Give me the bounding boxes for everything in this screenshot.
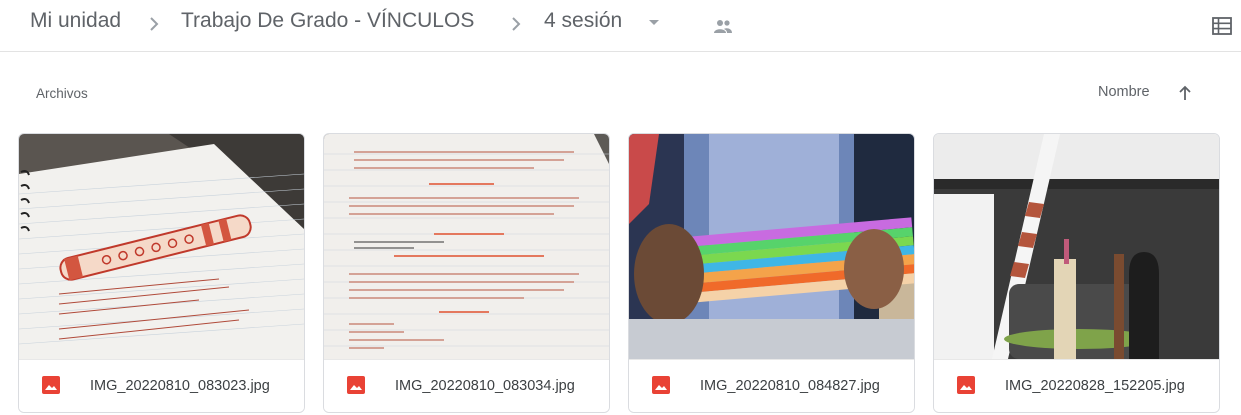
breadcrumb-bar: Mi unidad Trabajo De Grado - VÍNCULOS 4 …: [0, 0, 1241, 52]
chevron-right-icon: [150, 17, 159, 31]
file-card-footer: IMG_20220810_084827.jpg: [629, 359, 914, 412]
file-thumbnail: [19, 134, 304, 359]
file-card[interactable]: IMG_20220828_152205.jpg: [933, 133, 1220, 413]
file-card[interactable]: IMG_20220810_084827.jpg: [628, 133, 915, 413]
chevron-right-icon: [512, 17, 521, 31]
folder-menu-caret-icon[interactable]: [649, 20, 659, 25]
sort-by-name-button[interactable]: Nombre: [1098, 84, 1150, 100]
list-view-icon[interactable]: [1212, 17, 1232, 35]
file-name: IMG_20220810_083034.jpg: [395, 378, 575, 394]
files-section-label: Archivos: [36, 86, 88, 101]
file-card[interactable]: IMG_20220810_083034.jpg: [323, 133, 610, 413]
people-icon: [714, 20, 732, 33]
file-name: IMG_20220828_152205.jpg: [1005, 378, 1185, 394]
file-card-footer: IMG_20220810_083023.jpg: [19, 359, 304, 412]
arrow-up-icon[interactable]: [1177, 84, 1193, 102]
file-name: IMG_20220810_083023.jpg: [90, 378, 270, 394]
file-card[interactable]: IMG_20220810_083023.jpg: [18, 133, 305, 413]
breadcrumb-my-drive[interactable]: Mi unidad: [30, 9, 121, 33]
file-thumbnail: [934, 134, 1219, 359]
file-card-footer: IMG_20220828_152205.jpg: [934, 359, 1219, 412]
image-file-icon: [42, 376, 60, 394]
breadcrumb-folder[interactable]: Trabajo De Grado - VÍNCULOS: [181, 9, 474, 33]
image-file-icon: [652, 376, 670, 394]
breadcrumb-current-folder[interactable]: 4 sesión: [544, 9, 622, 33]
file-name: IMG_20220810_084827.jpg: [700, 378, 880, 394]
image-file-icon: [347, 376, 365, 394]
image-file-icon: [957, 376, 975, 394]
file-card-footer: IMG_20220810_083034.jpg: [324, 359, 609, 412]
file-thumbnail: [324, 134, 609, 359]
file-thumbnail: [629, 134, 914, 359]
